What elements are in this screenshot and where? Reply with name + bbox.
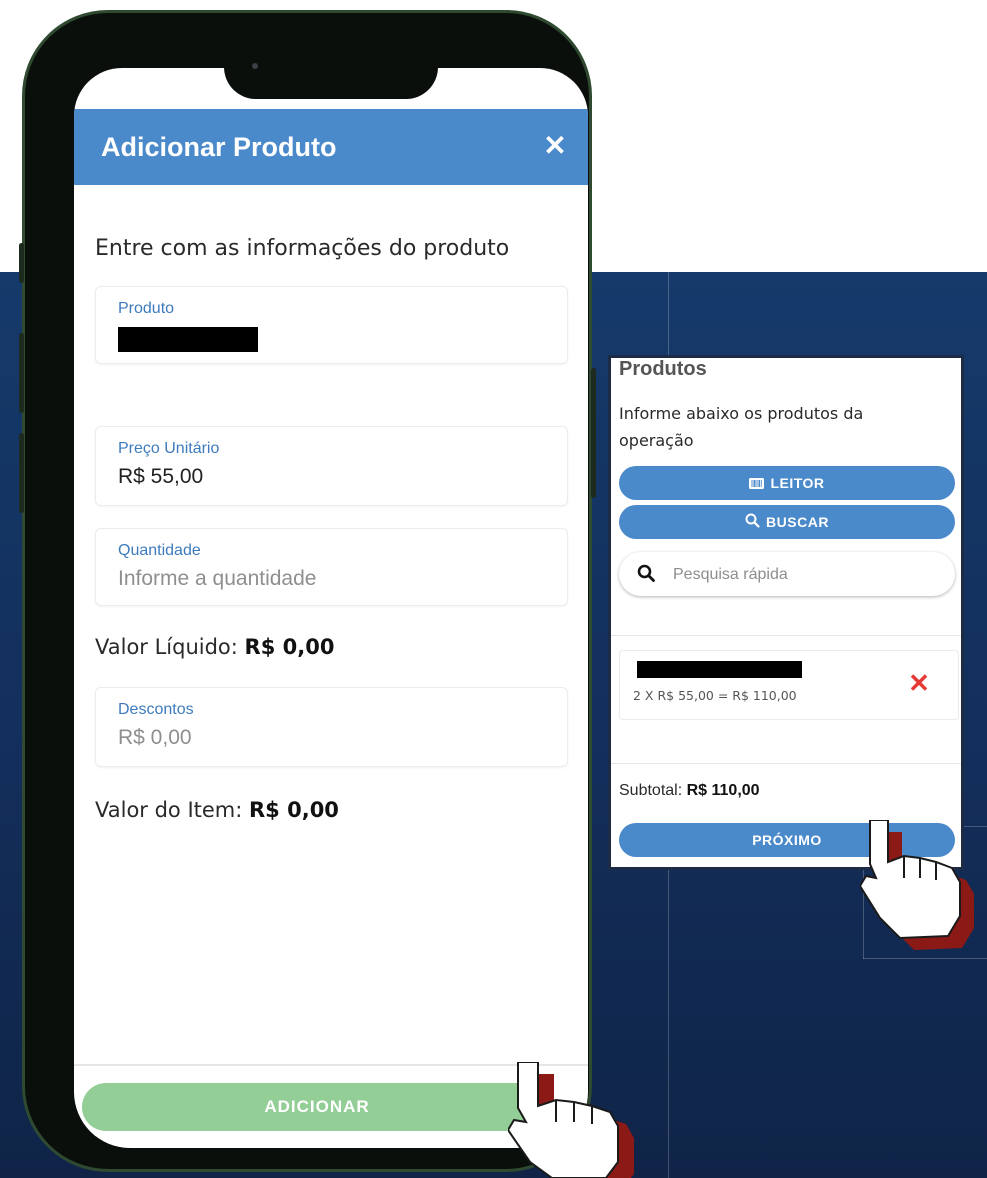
buscar-label: BUSCAR (766, 514, 829, 530)
phone-side-button (19, 333, 24, 413)
phone-frame: Adicionar Produto ✕ Entre com as informa… (19, 10, 596, 1172)
list-divider (611, 635, 961, 636)
hand-cursor-icon (860, 820, 974, 950)
phone-screen: Adicionar Produto ✕ Entre com as informa… (74, 68, 588, 1148)
preco-unitario-value: R$ 55,00 (118, 465, 204, 488)
close-icon[interactable]: ✕ (540, 131, 570, 161)
camera-dot (252, 63, 258, 69)
subtotal-label: Subtotal: (619, 782, 687, 799)
valor-item-label: Valor do Item: (95, 798, 250, 822)
leitor-label: LEITOR (770, 475, 825, 491)
quick-search-bar[interactable] (619, 552, 955, 596)
phone-side-button (19, 243, 24, 283)
preco-unitario-field[interactable]: Preço Unitário R$ 55,00 (95, 426, 568, 506)
hand-cursor-icon (508, 1062, 634, 1178)
phone-notch (224, 57, 438, 99)
barcode-icon (749, 467, 765, 501)
valor-item-row: Valor do Item: R$ 0,00 (95, 798, 339, 822)
quantidade-field[interactable]: Quantidade Informe a quantidade (95, 528, 568, 606)
produtos-description: Informe abaixo os produtos da operação (619, 404, 864, 450)
valor-liquido-row: Valor Líquido: R$ 0,00 (95, 635, 334, 659)
subtotal-row: Subtotal: R$ 110,00 (619, 782, 760, 800)
produto-label: Produto (118, 300, 175, 317)
phone-side-button (19, 433, 24, 513)
modal-title: Adicionar Produto (101, 132, 337, 162)
modal-header: Adicionar Produto ✕ (74, 109, 588, 185)
phone-side-button (591, 368, 596, 498)
redacted-product-name (118, 327, 258, 352)
adicionar-button[interactable]: ADICIONAR (82, 1083, 552, 1131)
quick-search-input[interactable] (671, 564, 925, 586)
leitor-button[interactable]: LEITOR (619, 466, 955, 500)
produtos-title: Produtos (619, 358, 707, 380)
quantidade-placeholder: Informe a quantidade (118, 567, 317, 590)
buscar-button[interactable]: BUSCAR (619, 505, 955, 539)
form-instructions: Entre com as informações do produto (95, 236, 510, 261)
subtotal-value: R$ 110,00 (686, 782, 760, 799)
product-list-item: 2 X R$ 55,00 = R$ 110,00 ✕ (619, 650, 959, 720)
valor-liquido-value: R$ 0,00 (244, 635, 335, 659)
product-item-calculation: 2 X R$ 55,00 = R$ 110,00 (633, 688, 797, 703)
valor-item-value: R$ 0,00 (249, 798, 339, 822)
descontos-field[interactable]: Descontos R$ 0,00 (95, 687, 568, 767)
valor-liquido-label: Valor Líquido: (95, 635, 245, 659)
list-divider (611, 763, 961, 764)
produto-field[interactable]: Produto (95, 286, 568, 364)
search-icon (745, 506, 760, 540)
remove-item-icon[interactable]: ✕ (905, 669, 933, 697)
descontos-label: Descontos (118, 701, 194, 718)
search-icon (637, 564, 655, 587)
descontos-placeholder: R$ 0,00 (118, 726, 192, 749)
produtos-panel: Produtos Informe abaixo os produtos da o… (608, 355, 964, 870)
quantidade-label: Quantidade (118, 542, 201, 559)
preco-unitario-label: Preço Unitário (118, 440, 220, 457)
redacted-product-name (637, 661, 802, 678)
